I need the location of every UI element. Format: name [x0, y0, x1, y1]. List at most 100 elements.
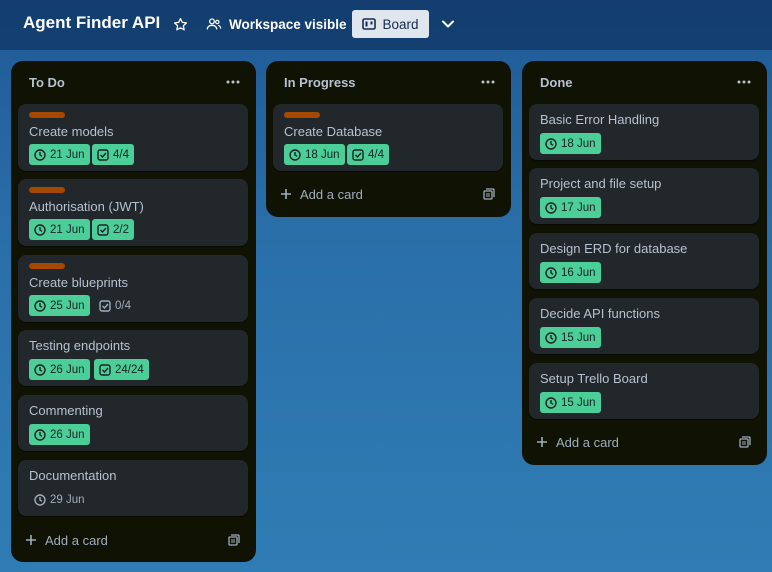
card-title: Design ERD for database — [540, 241, 688, 256]
card-title: Basic Error Handling — [540, 112, 660, 127]
create-from-template-button[interactable] — [737, 434, 753, 450]
card-basic-error-handling[interactable]: Basic Error Handling 18 Jun — [529, 104, 759, 160]
checklist-text: 0/4 — [115, 299, 131, 312]
due-date-text: 16 Jun — [561, 266, 596, 279]
star-button[interactable] — [170, 14, 190, 34]
card-project-and-file-setup[interactable]: Project and file setup 17 Jun — [529, 168, 759, 224]
list-done: Done Basic Error Handling 18 Jun Project… — [522, 61, 767, 465]
clock-icon — [289, 148, 301, 161]
board-icon — [362, 18, 377, 30]
card-title: Documentation — [29, 468, 117, 483]
card-title: Create Database — [284, 124, 383, 139]
clock-icon — [34, 223, 46, 236]
star-icon — [173, 17, 187, 30]
due-date-badge[interactable]: 25 Jun — [29, 295, 90, 316]
card-authorisation-jwt[interactable]: Authorisation (JWT) 21 Jun 2/2 — [18, 179, 248, 246]
checklist-text: 2/2 — [113, 223, 129, 236]
clock-icon — [34, 363, 46, 376]
checkbox-icon — [99, 363, 111, 376]
card-label — [29, 112, 65, 118]
due-date-text: 18 Jun — [561, 137, 596, 150]
chevron-down-icon — [442, 20, 454, 28]
visibility-button[interactable]: Workspace visible — [206, 12, 347, 36]
ellipsis-icon — [481, 80, 495, 84]
checkbox-icon — [97, 148, 109, 161]
ellipsis-icon — [737, 80, 751, 84]
due-date-badge[interactable]: 17 Jun — [540, 197, 601, 218]
list-to-do: To Do Create models 21 Jun 4/4 Authorisa… — [11, 61, 256, 562]
card-title: Authorisation (JWT) — [29, 199, 144, 214]
ellipsis-icon — [226, 80, 240, 84]
template-icon — [483, 188, 495, 200]
card-setup-trello-board[interactable]: Setup Trello Board 15 Jun — [529, 363, 759, 419]
card-label — [29, 263, 65, 269]
due-date-text: 18 Jun — [305, 148, 340, 161]
list-menu-button[interactable] — [222, 71, 244, 93]
card-title: Commenting — [29, 403, 103, 418]
create-from-template-button[interactable] — [226, 532, 242, 548]
due-date-badge[interactable]: 16 Jun — [540, 262, 601, 283]
clock-icon — [34, 428, 46, 441]
checkbox-icon — [99, 299, 111, 312]
list-menu-button[interactable] — [477, 71, 499, 93]
list-menu-button[interactable] — [733, 71, 755, 93]
template-icon — [739, 436, 751, 448]
card-title: Decide API functions — [540, 306, 660, 321]
checklist-text: 24/24 — [115, 363, 144, 376]
add-card-label: Add a card — [556, 434, 619, 450]
due-date-text: 21 Jun — [50, 148, 85, 161]
board-view-label: Board — [382, 16, 419, 32]
due-date-badge[interactable]: 21 Jun — [29, 219, 90, 240]
clock-icon — [34, 299, 46, 312]
plus-icon — [537, 437, 547, 447]
card-create-models[interactable]: Create models 21 Jun 4/4 — [18, 104, 248, 171]
card-commenting[interactable]: Commenting 26 Jun — [18, 395, 248, 451]
clock-icon — [545, 137, 557, 150]
people-icon — [206, 18, 222, 30]
due-date-badge[interactable]: 15 Jun — [540, 327, 601, 348]
card-create-database[interactable]: Create Database 18 Jun 4/4 — [273, 104, 503, 171]
card-design-erd[interactable]: Design ERD for database 16 Jun — [529, 233, 759, 289]
due-date-badge[interactable]: 29 Jun — [29, 489, 90, 510]
due-date-badge[interactable]: 21 Jun — [29, 144, 90, 165]
visibility-label: Workspace visible — [229, 16, 347, 32]
due-date-badge[interactable]: 15 Jun — [540, 392, 601, 413]
card-documentation[interactable]: Documentation 29 Jun — [18, 460, 248, 516]
checklist-badge: 0/4 — [94, 295, 136, 316]
add-card-button[interactable]: Add a card — [25, 529, 108, 551]
due-date-badge[interactable]: 18 Jun — [284, 144, 345, 165]
due-date-text: 25 Jun — [50, 299, 85, 312]
due-date-badge[interactable]: 26 Jun — [29, 424, 90, 445]
checkbox-icon — [97, 223, 109, 236]
plus-icon — [26, 535, 36, 545]
board-title[interactable]: Agent Finder API — [23, 13, 160, 33]
due-date-text: 17 Jun — [561, 201, 596, 214]
add-card-button[interactable]: Add a card — [280, 183, 363, 205]
clock-icon — [34, 493, 46, 506]
card-title: Create blueprints — [29, 275, 128, 290]
checklist-badge: 24/24 — [94, 359, 149, 380]
card-create-blueprints[interactable]: Create blueprints 25 Jun 0/4 — [18, 255, 248, 322]
due-date-badge[interactable]: 18 Jun — [540, 133, 601, 154]
card-label — [284, 112, 320, 118]
due-date-text: 26 Jun — [50, 428, 85, 441]
list-title[interactable]: To Do — [29, 75, 65, 90]
board-header: Agent Finder API Workspace visible Board — [0, 0, 772, 50]
due-date-badge[interactable]: 26 Jun — [29, 359, 90, 380]
create-from-template-button[interactable] — [481, 186, 497, 202]
due-date-text: 15 Jun — [561, 331, 596, 344]
template-icon — [228, 534, 240, 546]
add-card-button[interactable]: Add a card — [536, 431, 619, 453]
checklist-badge: 2/2 — [92, 219, 134, 240]
list-in-progress: In Progress Create Database 18 Jun 4/4 A… — [266, 61, 511, 217]
clock-icon — [545, 331, 557, 344]
list-title[interactable]: Done — [540, 75, 573, 90]
card-title: Project and file setup — [540, 176, 662, 191]
list-title[interactable]: In Progress — [284, 75, 356, 90]
board-view-button[interactable]: Board — [352, 10, 429, 38]
card-testing-endpoints[interactable]: Testing endpoints 26 Jun 24/24 — [18, 330, 248, 386]
checklist-badge: 4/4 — [92, 144, 134, 165]
due-date-text: 15 Jun — [561, 396, 596, 409]
card-decide-api-functions[interactable]: Decide API functions 15 Jun — [529, 298, 759, 354]
view-switcher-button[interactable] — [438, 14, 458, 34]
